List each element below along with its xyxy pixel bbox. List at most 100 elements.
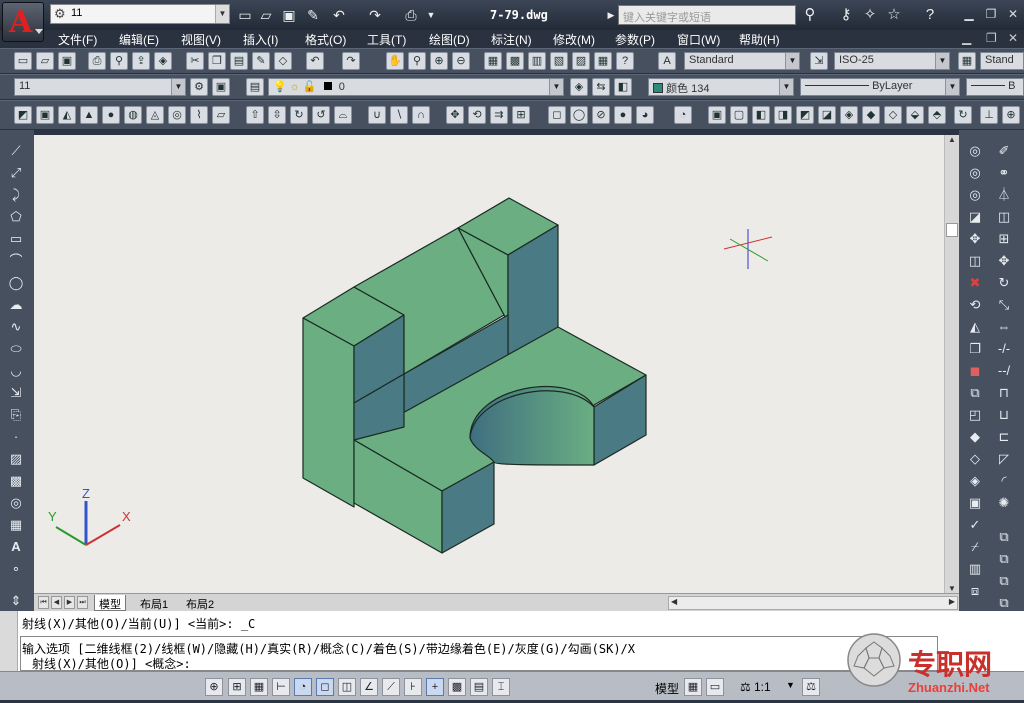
- match-properties-icon[interactable]: ✎: [252, 52, 270, 70]
- view-front-icon[interactable]: ◩: [796, 106, 814, 124]
- 3d-print-icon[interactable]: ◈: [154, 52, 172, 70]
- tab-layout1[interactable]: 布局1: [136, 595, 172, 611]
- extend-icon[interactable]: --/: [995, 362, 1013, 380]
- rectangle-icon[interactable]: ▭: [7, 230, 25, 248]
- doc-close-button[interactable]: ✕: [1008, 31, 1018, 45]
- cylinder-icon[interactable]: ◍: [124, 106, 142, 124]
- 3d-move-icon[interactable]: ✥: [446, 106, 464, 124]
- scroll-left-icon[interactable]: ◀: [671, 597, 677, 606]
- osnap-icon[interactable]: ◻: [316, 678, 334, 696]
- send-under-icon[interactable]: ⧉: [995, 594, 1013, 612]
- copy-icon[interactable]: ❐: [208, 52, 226, 70]
- dim-style-combo[interactable]: ISO-25 ▼: [834, 52, 950, 70]
- paste-icon[interactable]: ▤: [230, 52, 248, 70]
- open-file-icon[interactable]: ▱: [257, 6, 275, 24]
- menu-help[interactable]: 帮助(H): [739, 31, 780, 48]
- visual-style-manager-icon[interactable]: ◔: [674, 106, 692, 124]
- open-icon[interactable]: ▱: [36, 52, 54, 70]
- vertical-scrollbar[interactable]: ▲ ▼: [944, 135, 959, 593]
- doc-restore-button[interactable]: ❐: [986, 31, 997, 45]
- view-back-icon[interactable]: ◪: [818, 106, 836, 124]
- sheet-set-icon[interactable]: ▧: [550, 52, 568, 70]
- tool-palettes-icon[interactable]: ▥: [528, 52, 546, 70]
- wedge-icon[interactable]: ◭: [58, 106, 76, 124]
- construction-line-icon[interactable]: ⤢: [7, 164, 25, 182]
- menu-draw[interactable]: 绘图(D): [429, 31, 470, 48]
- rotate-icon[interactable]: ↻: [995, 274, 1013, 292]
- quick-properties-icon[interactable]: ▤: [470, 678, 488, 696]
- horizontal-scrollbar[interactable]: ◀ ▶: [668, 596, 958, 610]
- chevron-down-icon[interactable]: ▼: [779, 79, 793, 95]
- interfere-icon[interactable]: ⧈: [966, 582, 984, 600]
- realistic-icon[interactable]: ◕: [636, 106, 654, 124]
- revision-cloud-icon[interactable]: ☁: [7, 296, 25, 314]
- view-nw-iso-icon[interactable]: ⬙: [906, 106, 924, 124]
- view-se-iso-icon[interactable]: ◆: [862, 106, 880, 124]
- prev-tab-icon[interactable]: ◀: [51, 596, 62, 609]
- 3d-array-icon[interactable]: ⊞: [512, 106, 530, 124]
- dyn-icon[interactable]: ⊦: [404, 678, 422, 696]
- offset-icon[interactable]: ◫: [995, 208, 1013, 226]
- box-icon[interactable]: ▣: [36, 106, 54, 124]
- 3d-osnap-icon[interactable]: ◫: [338, 678, 356, 696]
- zoom-realtime-icon[interactable]: ⚲: [408, 52, 426, 70]
- application-menu-button[interactable]: A: [2, 2, 44, 42]
- zoom-previous-icon[interactable]: ⊖: [452, 52, 470, 70]
- 3d-rotate-icon[interactable]: ⟲: [468, 106, 486, 124]
- drawing-canvas[interactable]: Z X Y: [34, 135, 944, 593]
- binoculars-icon[interactable]: ⚲: [800, 5, 820, 25]
- model-space-label[interactable]: 模型: [655, 680, 679, 697]
- save-as-icon[interactable]: ✎: [304, 6, 322, 24]
- presspull-icon[interactable]: ⇳: [268, 106, 286, 124]
- orbit-icon[interactable]: ↻: [954, 106, 972, 124]
- break-at-point-icon[interactable]: ⊓: [995, 384, 1013, 402]
- lineweight-combo[interactable]: B: [966, 78, 1024, 96]
- workspace-icon[interactable]: ▣: [212, 78, 230, 96]
- block-editor-icon[interactable]: ◇: [274, 52, 292, 70]
- save-icon[interactable]: ▣: [280, 6, 298, 24]
- selection-cycling-icon[interactable]: ⌶: [492, 678, 510, 696]
- layer-state-icon[interactable]: ◧: [614, 78, 632, 96]
- table-style-icon[interactable]: ▦: [958, 52, 976, 70]
- color-face-icon[interactable]: ◼: [966, 362, 984, 380]
- draworder-back-icon[interactable]: ⧉: [995, 550, 1013, 568]
- help-icon[interactable]: ?: [920, 5, 940, 25]
- layer-filter-combo[interactable]: 11 ▼: [14, 78, 186, 96]
- clean-icon[interactable]: ◇: [966, 450, 984, 468]
- color-edge-icon[interactable]: ◰: [966, 406, 984, 424]
- linetype-combo[interactable]: ByLayer ▼: [800, 78, 960, 96]
- layer-properties-icon[interactable]: ▤: [246, 78, 264, 96]
- scrollbar-thumb[interactable]: [946, 223, 958, 237]
- pan-icon[interactable]: ✋: [386, 52, 404, 70]
- plot-icon[interactable]: ⎙: [88, 52, 106, 70]
- intersect-icon[interactable]: ∩: [412, 106, 430, 124]
- check-icon[interactable]: ✓: [966, 516, 984, 534]
- scale-icon[interactable]: ⤡: [995, 296, 1013, 314]
- layer-combo[interactable]: 💡 ☼ 🔓 0 ▼: [268, 78, 564, 96]
- preview-icon[interactable]: ⚲: [110, 52, 128, 70]
- camera-icon[interactable]: ⬘: [928, 106, 946, 124]
- toolbar-scroll-icon[interactable]: ⇕: [7, 592, 25, 610]
- chevron-down-icon[interactable]: ▼: [215, 5, 229, 23]
- polar-icon[interactable]: ◔: [294, 678, 312, 696]
- tab-model[interactable]: 模型: [94, 595, 126, 611]
- minimize-button[interactable]: ▁: [960, 6, 978, 22]
- make-block-icon[interactable]: ⎘: [7, 406, 25, 424]
- multiline-text-icon[interactable]: A: [7, 538, 25, 556]
- union-icon[interactable]: ∪: [368, 106, 386, 124]
- trim-icon[interactable]: -/-: [995, 340, 1013, 358]
- view-bottom-icon[interactable]: ▢: [730, 106, 748, 124]
- hidden-icon[interactable]: ◯: [570, 106, 588, 124]
- cone-icon[interactable]: ▲: [80, 106, 98, 124]
- chevron-down-icon[interactable]: ▼: [171, 79, 185, 95]
- tab-layout2[interactable]: 布局2: [182, 595, 218, 611]
- menu-format[interactable]: 格式(O): [305, 31, 346, 48]
- intersect-icon[interactable]: ◎: [966, 142, 984, 160]
- copy-object-icon[interactable]: ⚭: [995, 164, 1013, 182]
- view-ne-iso-icon[interactable]: ◇: [884, 106, 902, 124]
- markup-icon[interactable]: ▨: [572, 52, 590, 70]
- redo-icon[interactable]: ↷: [342, 52, 360, 70]
- chevron-down-icon[interactable]: ▼: [549, 79, 563, 95]
- ellipse-icon[interactable]: ⬭: [7, 340, 25, 358]
- gradient-icon[interactable]: ▩: [7, 472, 25, 490]
